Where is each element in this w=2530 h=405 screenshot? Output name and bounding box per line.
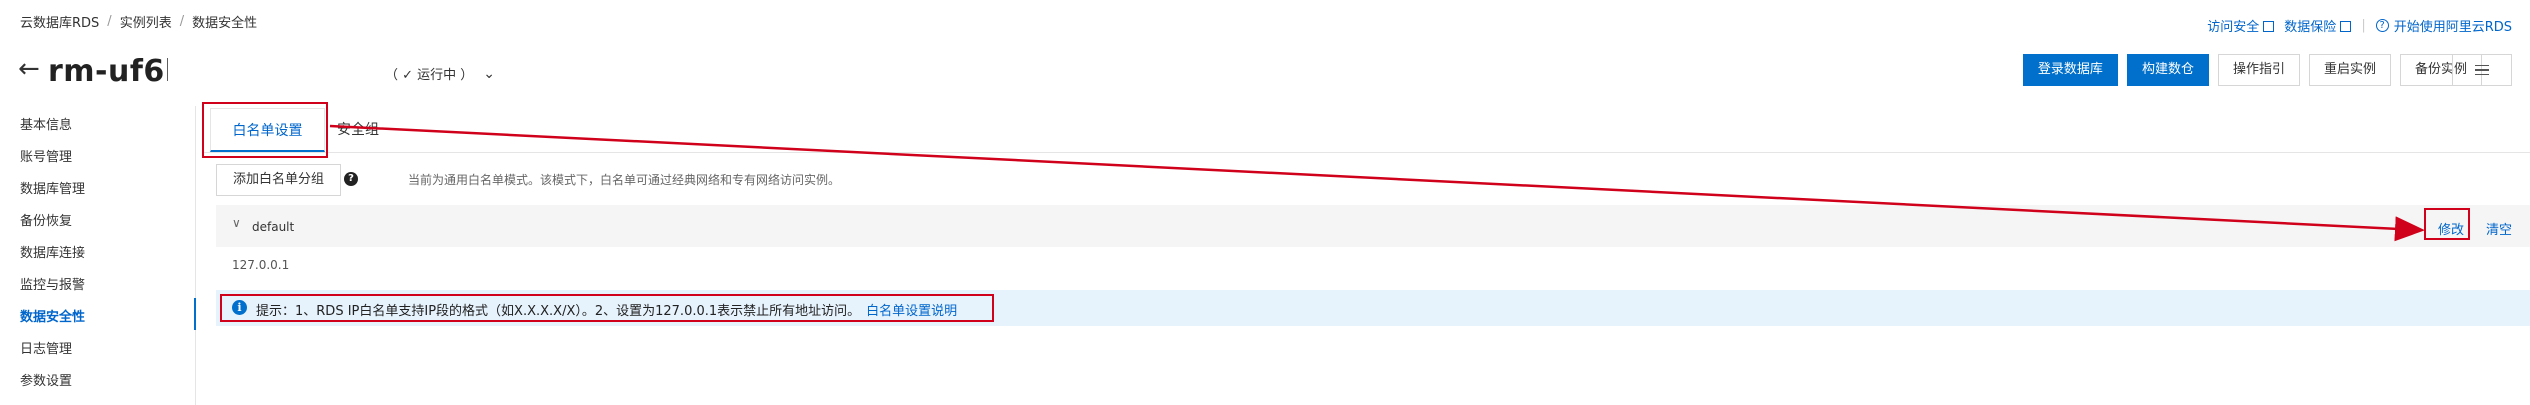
annotation-arrow bbox=[329, 124, 2425, 242]
